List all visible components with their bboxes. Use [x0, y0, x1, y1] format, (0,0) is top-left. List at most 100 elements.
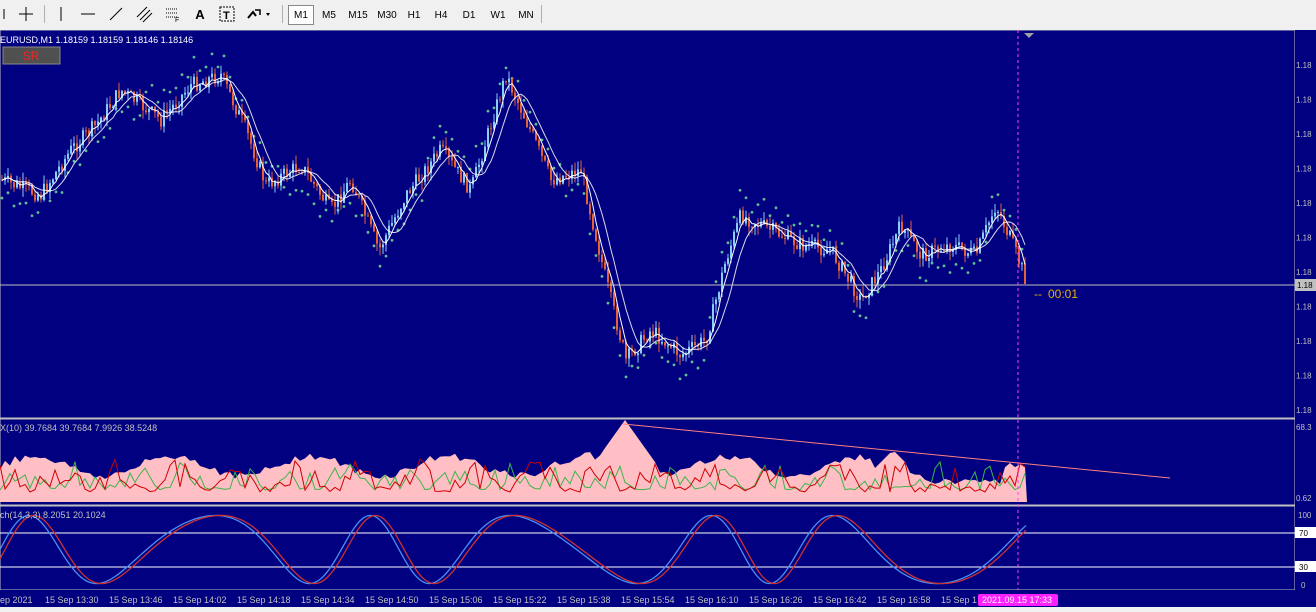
sar-dot [228, 75, 232, 79]
sar-dot [624, 375, 628, 379]
sar-dot [36, 211, 40, 214]
sar-dot [816, 224, 820, 228]
sar-dot [342, 205, 346, 208]
sar-dot [912, 254, 916, 258]
time-axis-label: 15 Sep 15:54 [621, 595, 675, 605]
sar-dot [138, 114, 142, 117]
timeframe-h1[interactable]: H1 [402, 5, 426, 25]
sar-dot [618, 354, 622, 357]
chart-window[interactable]: EURUSD,M1 1.18159 1.18159 1.18146 1.1814… [0, 29, 1296, 591]
sar-dot [792, 223, 796, 227]
sar-dot [588, 232, 592, 236]
sar-dot [762, 197, 766, 201]
adx-top-value: 68.3 [1296, 423, 1312, 432]
sar-dot [906, 244, 910, 247]
svg-text:F: F [175, 17, 179, 22]
time-axis[interactable]: ep 2021 15 Sep 13:30 15 Sep 13:46 15 Sep 14… [0, 590, 1316, 607]
stoch-level-100-label: 100 [1298, 511, 1312, 520]
sar-dot [570, 188, 574, 192]
sar-dot [474, 144, 478, 148]
timeframe-w1[interactable]: W1 [485, 5, 511, 25]
channel-icon[interactable] [133, 3, 155, 25]
sar-dot [120, 110, 124, 114]
sar-dot [240, 98, 244, 102]
sar-dot [972, 261, 976, 265]
sar-dot [582, 192, 586, 195]
time-axis-label: 15 Sep 15:38 [557, 595, 611, 605]
sar-dot [180, 73, 184, 76]
sar-dot [738, 188, 742, 192]
sar-dot [48, 199, 52, 203]
sar-dot [162, 88, 166, 92]
adx-panel: X(10) 39.7684 39.7684 7.9926 38.5248 [0, 418, 1296, 506]
sar-dot [642, 353, 646, 357]
chart-header: EURUSD,M1 1.18159 1.18159 1.18146 1.1814… [0, 35, 193, 45]
price-tick-label: 1.18 [1296, 406, 1312, 415]
timeframe-d1[interactable]: D1 [457, 5, 481, 25]
sar-dot [840, 242, 844, 245]
sar-dot [216, 65, 220, 69]
sar-dot [198, 69, 202, 73]
timeframe-m5[interactable]: M5 [316, 5, 342, 25]
arrows-icon[interactable] [244, 3, 274, 25]
sar-dot [612, 326, 616, 330]
sar-dot [60, 191, 64, 194]
sar-dot [486, 109, 490, 113]
sar-dot [552, 166, 556, 170]
price-panel: EURUSD,M1 1.18159 1.18159 1.18146 1.1814… [0, 29, 1296, 419]
sar-dot [426, 156, 430, 160]
vertical-line-icon[interactable] [50, 3, 72, 25]
timeframe-h4[interactable]: H4 [429, 5, 453, 25]
sar-dot [948, 271, 952, 274]
text-icon[interactable]: A [190, 3, 210, 25]
fibonacci-icon[interactable]: F [162, 3, 184, 25]
stoch-level-70-label: 70 [1299, 529, 1308, 538]
sar-dot [156, 100, 160, 104]
sar-dot [210, 52, 214, 56]
sar-dot [954, 262, 958, 266]
svg-text:T: T [223, 10, 230, 22]
toolbar-edge-icon[interactable] [0, 3, 8, 25]
price-tick-label: 1.18 [1296, 165, 1312, 174]
sar-dot [594, 254, 598, 257]
sar-dot [78, 163, 82, 167]
sar-dot [780, 220, 784, 224]
time-axis-label: 15 Sep 1 [941, 595, 977, 605]
candle [466, 172, 468, 193]
price-tick-label: 1.18 [1296, 61, 1312, 70]
sar-dot [768, 214, 772, 218]
timeframe-m15[interactable]: M15 [344, 5, 372, 25]
label-icon[interactable]: T [216, 3, 238, 25]
stochastic-panel: ch(14,3,3) 8.2051 20.1024 [0, 505, 1296, 591]
sar-dot [144, 90, 148, 94]
sar-dot [438, 124, 442, 128]
sar-dot [726, 241, 730, 245]
sar-dot [978, 258, 982, 262]
sar-dot [636, 366, 640, 370]
sar-dot [330, 219, 334, 223]
trendline-icon[interactable] [105, 3, 127, 25]
sar-dot [456, 149, 460, 153]
current-price-label: 1.18 [1297, 281, 1313, 290]
price-tick-label: 1.18 [1296, 130, 1312, 139]
price-tick-label: 1.18 [1296, 372, 1312, 381]
sar-dot [984, 240, 988, 244]
toolbar: F A T M1 M5 M15 M30 H1 H4 D1 W1 MN [0, 0, 1316, 31]
sar-dot [942, 264, 946, 268]
sar-dot [600, 275, 604, 278]
timeframe-m1[interactable]: M1 [288, 5, 314, 25]
crosshair-icon[interactable] [14, 3, 38, 25]
price-axis[interactable]: 1.18 1.18 1.18 1.18 1.18 1.18 1.18 1.18 1.18 1.18… [1295, 30, 1316, 590]
sar-dot [150, 83, 154, 87]
horizontal-line-icon[interactable] [77, 3, 99, 25]
sar-dot [0, 196, 4, 200]
sar-dot [804, 229, 808, 233]
chart-canvas[interactable]: EURUSD,M1 1.18159 1.18159 1.18146 1.1814… [0, 29, 1296, 591]
timeframe-m30[interactable]: M30 [373, 5, 401, 25]
countdown-dashes: -- [1034, 287, 1042, 301]
sar-dot [390, 238, 394, 242]
sar-dot [708, 315, 712, 319]
timeframe-mn[interactable]: MN [513, 5, 539, 25]
sar-dot [810, 223, 814, 227]
sr-label[interactable]: SR [23, 49, 40, 63]
